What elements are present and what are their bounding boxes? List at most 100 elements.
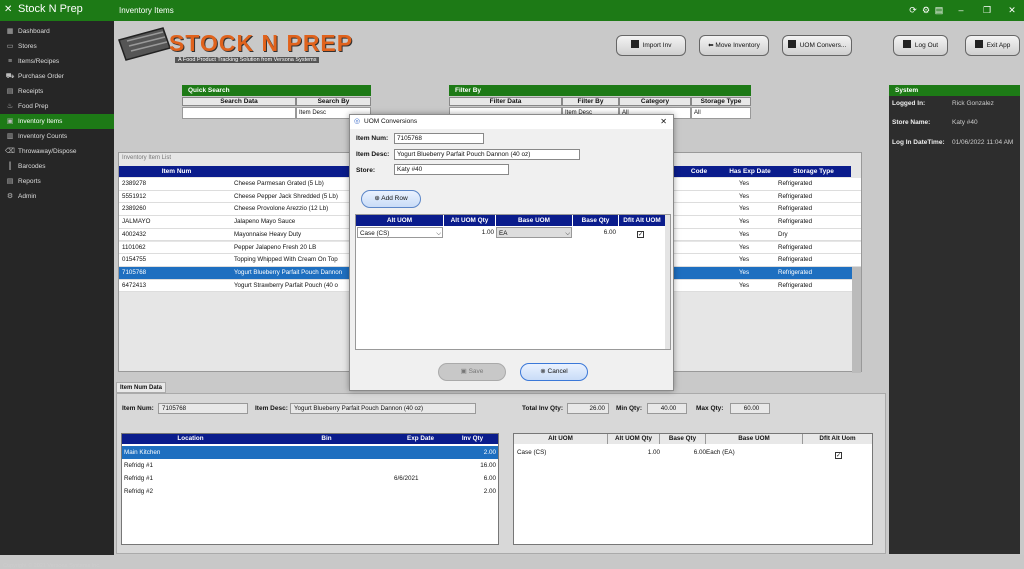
sidebar-item-reports[interactable]: ▤ Reports — [0, 174, 114, 189]
cell-exp: Yes — [739, 205, 750, 213]
alt-uom-qty-input[interactable]: 1.00 — [444, 227, 496, 238]
sidebar-item-inventory-counts[interactable]: ▥ Inventory Counts — [0, 129, 114, 144]
storage-select[interactable]: All — [691, 107, 751, 119]
inventory-list-title: Inventory Item List — [122, 155, 172, 161]
cell-storage: Refrigerated — [778, 243, 813, 251]
gear-icon[interactable]: ⚙ — [921, 5, 931, 15]
uom-grid-row[interactable]: Case (CS) ⌵ 1.00 EA ⌵ 6.00 ✓ — [356, 227, 665, 239]
alt-uom-qty-cell: 1.00 — [647, 449, 660, 456]
item-desc-header[interactable] — [234, 166, 349, 177]
base-uom-cell: Each (EA) — [706, 449, 735, 456]
dialog-item-desc-label: Item Desc: — [356, 151, 390, 158]
base-qty-header[interactable]: Base Qty — [660, 434, 706, 444]
sidebar-item-label: Throwaway/Dispose — [18, 148, 77, 155]
sidebar-item-barcodes[interactable]: ║ Barcodes — [0, 159, 114, 174]
refresh-icon[interactable]: ⟳ — [908, 5, 918, 15]
cancel-button[interactable]: ⊗ Cancel — [520, 363, 588, 381]
sidebar-item-items-recipes[interactable]: ≡ Items/Recipes — [0, 54, 114, 69]
exp-header[interactable]: Has Exp Date — [724, 166, 776, 177]
login-datetime-value: 01/06/2022 11:04 AM — [952, 139, 1014, 146]
base-qty-input[interactable]: 6.00 — [573, 227, 619, 238]
dflt-alt-uom-header[interactable]: Dflt Alt Uom — [803, 434, 872, 444]
alt-uom-row[interactable]: Case (CS) 1.00 6.00 Each (EA) ✓ — [514, 446, 872, 459]
receipt-icon: ▤ — [6, 88, 14, 95]
import-icon — [630, 40, 639, 48]
table-row[interactable]: Refridg #2 2.00 — [122, 485, 498, 498]
move-inventory-button[interactable]: ⬅ Move Inventory — [699, 35, 769, 56]
title-bar: ✕ Stock N Prep Inventory Items ⟳ ⚙ ▤ – ❐… — [0, 0, 1024, 21]
sidebar-item-label: Items/Recipes — [18, 58, 60, 65]
alt-uom-cell: Case (CS) — [517, 449, 547, 456]
base-uom-header[interactable]: Base UOM — [706, 434, 803, 444]
sidebar-item-admin[interactable]: ⚙ Admin — [0, 189, 114, 204]
document-icon[interactable]: ▤ — [934, 5, 944, 15]
sidebar-item-inventory-items[interactable]: ▣ Inventory Items — [0, 114, 114, 129]
import-inventory-button[interactable]: Import Inv — [616, 35, 686, 56]
sidebar-item-dashboard[interactable]: ▦ Dashboard — [0, 24, 114, 39]
dashboard-icon: ▦ — [6, 28, 14, 35]
table-row[interactable]: Main Kitchen 2.00 — [122, 446, 498, 459]
exp-date-header[interactable]: Exp Date — [394, 434, 447, 444]
grid-scrollbar[interactable] — [665, 215, 670, 349]
cell-exp: Yes — [739, 230, 750, 238]
location-header[interactable]: Location — [122, 434, 259, 444]
dlg-dflt-alt-uom-header[interactable]: Dflt Alt UOM — [619, 215, 665, 226]
dflt-alt-uom-checkbox[interactable]: ✓ — [835, 452, 842, 459]
inv-qty-header[interactable]: Inv Qty — [447, 434, 498, 444]
base-uom-select[interactable]: EA ⌵ — [496, 227, 572, 238]
tray-logo-icon — [118, 27, 171, 61]
cart-icon: ⛟ — [5, 73, 15, 80]
dialog-app-icon: ◎ — [354, 118, 361, 125]
bin-header[interactable]: Bin — [259, 434, 394, 444]
cell-qty: 2.00 — [483, 488, 496, 495]
sidebar-item-receipts[interactable]: ▤ Receipts — [0, 84, 114, 99]
code-header[interactable]: Code — [674, 166, 724, 177]
uom-conversions-button[interactable]: UOM Convers... — [782, 35, 852, 56]
logo-tagline: A Food Product Tracking Solution from Ve… — [175, 57, 320, 63]
search-data-input[interactable] — [182, 107, 296, 119]
sidebar-item-label: Barcodes — [18, 163, 46, 170]
alt-uom-select[interactable]: Case (CS) ⌵ — [357, 227, 443, 238]
cell-num: 4002432 — [122, 230, 147, 238]
item-desc-field: Yogurt Blueberry Parfait Pouch Dannon (4… — [290, 403, 476, 414]
count-icon: ▥ — [6, 133, 14, 140]
cell-num: 2389278 — [122, 180, 147, 187]
table-row[interactable]: Refridg #1 16.00 — [122, 459, 498, 472]
list-scrollbar[interactable] — [852, 267, 861, 373]
uom-conversions-dialog: ◎ UOM Conversions ✕ Item Num: 7105768 It… — [349, 114, 674, 391]
cell-location: Main Kitchen — [124, 449, 161, 456]
gear-icon: ⚙ — [6, 193, 14, 200]
dlg-alt-uom-qty-header[interactable]: Alt UOM Qty — [444, 215, 496, 226]
close-icon[interactable]: ✕ — [1007, 5, 1017, 15]
logout-button[interactable]: Log Out — [893, 35, 948, 56]
tab-item-num-data[interactable]: Item Num Data — [116, 382, 166, 393]
cell-desc: Yogurt Strawberry Parfait Pouch (40 o — [234, 281, 338, 289]
dlg-base-uom-header[interactable]: Base UOM — [496, 215, 573, 226]
search-data-header: Search Data — [182, 97, 296, 106]
report-icon: ▤ — [6, 178, 14, 185]
exit-app-button[interactable]: Exit App — [965, 35, 1020, 56]
dlg-base-qty-header[interactable]: Base Qty — [573, 215, 619, 226]
storage-header: Storage Type — [691, 97, 751, 106]
storage-type-header[interactable]: Storage Type — [776, 166, 851, 177]
alt-uom-qty-header[interactable]: Alt UOM Qty — [608, 434, 660, 444]
save-button[interactable]: ▣ Save — [438, 363, 506, 381]
sidebar-item-label: Dashboard — [18, 28, 50, 35]
cell-location: Refridg #1 — [124, 475, 154, 482]
sidebar-item-food-prep[interactable]: ♨ Food Prep — [0, 99, 114, 114]
minimize-icon[interactable]: – — [956, 5, 966, 15]
table-row[interactable]: Refridg #1 6/6/2021 6.00 — [122, 472, 498, 485]
dlg-alt-uom-header[interactable]: Alt UOM — [356, 215, 444, 226]
add-row-button[interactable]: ⊕ Add Row — [361, 190, 421, 208]
maximize-icon[interactable]: ❐ — [982, 5, 992, 15]
dialog-close-icon[interactable]: ✕ — [660, 115, 667, 129]
cell-qty: 6.00 — [483, 475, 496, 482]
page-title: Inventory Items — [119, 6, 174, 15]
cell-location: Refridg #2 — [124, 488, 154, 495]
alt-uom-header[interactable]: Alt UOM — [514, 434, 608, 444]
sidebar-item-purchase-order[interactable]: ⛟ Purchase Order — [0, 69, 114, 84]
sidebar-item-stores[interactable]: ▭ Stores — [0, 39, 114, 54]
item-num-header[interactable]: Item Num — [119, 166, 234, 177]
sidebar-item-throwaway-dispose[interactable]: ⌫ Throwaway/Dispose — [0, 144, 114, 159]
dflt-alt-uom-checkbox[interactable]: ✓ — [637, 231, 644, 238]
